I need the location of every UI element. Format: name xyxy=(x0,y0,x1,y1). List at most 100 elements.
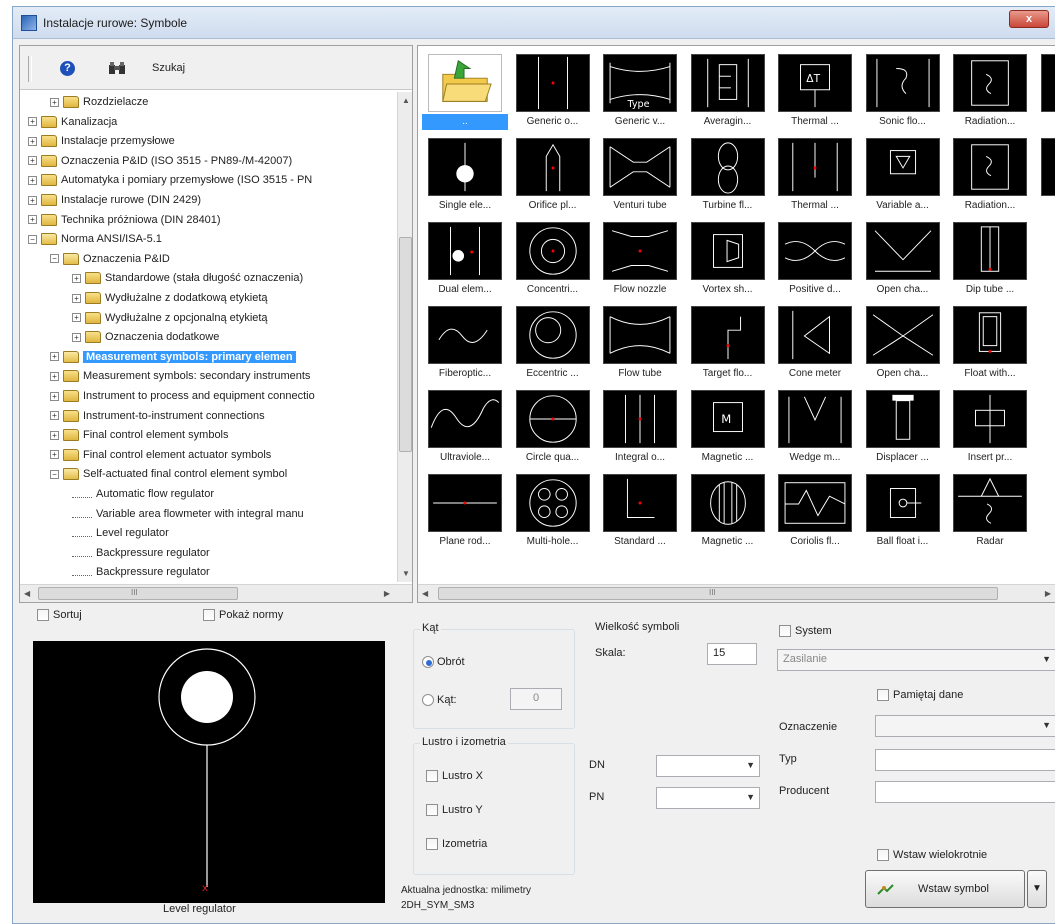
expand-toggle-icon[interactable]: + xyxy=(28,136,37,146)
type-input[interactable] xyxy=(875,749,1055,771)
tree-vertical-scrollbar[interactable]: ▲ ▼ xyxy=(397,92,412,582)
tree-item[interactable]: + Measurement symbols: primary elemen xyxy=(50,347,296,367)
symbol-tile[interactable]: Fiberoptic... xyxy=(422,302,508,384)
tree-item[interactable]: + Wydłużalne z dodatkową etykietą xyxy=(72,288,268,308)
dn-combo[interactable]: ▼ xyxy=(656,755,760,777)
expand-toggle-icon[interactable]: + xyxy=(50,352,59,362)
symbol-tile[interactable]: Radiation... xyxy=(947,50,1033,132)
tree-item[interactable]: + Instrument-to-instrument connections xyxy=(50,406,265,426)
tree-vscroll-thumb[interactable] xyxy=(399,237,412,452)
symbol-tile[interactable]: Cone meter xyxy=(772,302,858,384)
symbol-tile[interactable]: Ger xyxy=(1035,134,1055,216)
producer-input[interactable] xyxy=(875,781,1055,803)
symbol-tile[interactable]: Generic o... xyxy=(510,50,596,132)
symbol-tile[interactable]: Circle qua... xyxy=(510,386,596,468)
pn-combo[interactable]: ▼ xyxy=(656,787,760,809)
tree-item[interactable]: − Self-actuated final control element sym… xyxy=(50,464,287,484)
expand-toggle-icon[interactable]: − xyxy=(28,234,37,244)
expand-toggle-icon[interactable]: − xyxy=(50,254,59,264)
expand-toggle-icon[interactable]: + xyxy=(28,156,37,166)
expand-toggle-icon[interactable]: + xyxy=(50,430,59,440)
system-chevron-down-icon[interactable]: ▼ xyxy=(1042,654,1051,664)
tree-hscroll-thumb[interactable]: III xyxy=(38,587,238,600)
symbol-tile[interactable]: Orifice pl... xyxy=(510,134,596,216)
angle-radio[interactable]: Kąt: xyxy=(422,694,457,707)
expand-toggle-icon[interactable]: + xyxy=(50,450,59,460)
tree-item[interactable]: − Norma ANSI/ISA-5.1 xyxy=(28,229,162,249)
tree-item[interactable]: Level regulator xyxy=(72,523,169,543)
symbol-tile[interactable]: M Magnetic ... xyxy=(685,386,771,468)
symbol-tile[interactable]: Wedge m... xyxy=(772,386,858,468)
tree-item[interactable]: + Automatyka i pomiary przemysłowe (ISO 3… xyxy=(28,170,312,190)
symbol-tile[interactable]: Standard ... xyxy=(597,470,683,552)
tree-item[interactable]: Backpressure regulator xyxy=(72,543,210,563)
symbol-tile[interactable]: Insert pr... xyxy=(947,386,1033,468)
symbol-tile[interactable]: Turbine fl... xyxy=(685,134,771,216)
symbol-tile[interactable]: Float with... xyxy=(947,302,1033,384)
insert-multiple-checkbox[interactable]: Wstaw wielokrotnie xyxy=(877,849,987,862)
symbol-tile[interactable]: Dip tube ... xyxy=(947,218,1033,300)
tree-item[interactable]: + Oznaczenia P&ID (ISO 3515 - PN89-/M-420… xyxy=(28,151,292,171)
expand-toggle-icon[interactable]: + xyxy=(50,97,59,107)
show-norms-checkbox-box[interactable] xyxy=(203,609,215,622)
symbol-tile[interactable]: Positive d... xyxy=(772,218,858,300)
symbol-tile[interactable]: .. xyxy=(422,50,508,132)
insert-multiple-box[interactable] xyxy=(877,849,889,862)
scroll-right-icon[interactable]: ▶ xyxy=(384,589,390,598)
symbol-tile[interactable]: Displacer ... xyxy=(860,386,946,468)
mirror-y-box[interactable] xyxy=(426,804,438,817)
expand-toggle-icon[interactable]: + xyxy=(72,313,81,323)
insert-symbol-button[interactable]: Wstaw symbol xyxy=(865,870,1025,908)
scroll-left-icon[interactable]: ◀ xyxy=(24,589,30,598)
grid-scroll-right-icon[interactable]: ▶ xyxy=(1045,589,1051,598)
symbol-tile[interactable]: Averagin... xyxy=(685,50,771,132)
toolbar-grip[interactable] xyxy=(28,56,32,82)
tree-item[interactable]: + Final control element actuator symbols xyxy=(50,445,271,465)
symbol-tile[interactable]: Coriolis fl... xyxy=(772,470,858,552)
symbol-tile[interactable]: ΔT Thermal ... xyxy=(772,50,858,132)
symbol-tile[interactable]: Type Generic v... xyxy=(597,50,683,132)
tree-item[interactable]: + Final control element symbols xyxy=(50,425,229,445)
symbol-tile[interactable]: Eccentric ... xyxy=(510,302,596,384)
tree-item[interactable]: + Instalacje przemysłowe xyxy=(28,131,175,151)
mirror-x-box[interactable] xyxy=(426,770,438,783)
rotation-radio-dot[interactable] xyxy=(422,656,434,669)
mirror-y-checkbox[interactable]: Lustro Y xyxy=(426,804,483,817)
isometry-checkbox[interactable]: Izometria xyxy=(426,838,487,851)
tree-horizontal-scrollbar[interactable]: ◀ III ▶ xyxy=(20,584,412,602)
symbol-tile[interactable]: Multi-hole... xyxy=(510,470,596,552)
tree-item[interactable]: + Instalacje rurowe (DIN 2429) xyxy=(28,190,201,210)
tree-item[interactable]: + Measurement symbols: secondary instrume… xyxy=(50,366,310,386)
system-checkbox-box[interactable] xyxy=(779,625,791,638)
grid-scroll-left-icon[interactable]: ◀ xyxy=(422,589,428,598)
rotation-radio[interactable]: Obrót xyxy=(422,656,465,669)
symbol-tile[interactable]: Open cha... xyxy=(860,218,946,300)
expand-toggle-icon[interactable]: + xyxy=(28,195,37,205)
tree-item[interactable]: + Wydłużalne z opcjonalną etykietą xyxy=(72,308,268,328)
symbol-tile[interactable]: Flow tube xyxy=(597,302,683,384)
symbol-tile[interactable]: Sonic flo... xyxy=(860,50,946,132)
symbol-tile[interactable]: Variable a... xyxy=(860,134,946,216)
symbol-tile[interactable]: Ultraviole... xyxy=(422,386,508,468)
expand-toggle-icon[interactable]: + xyxy=(50,371,59,381)
tree-item[interactable]: + Technika próżniowa (DIN 28401) xyxy=(28,210,221,230)
tree-item[interactable]: Variable area flowmeter with integral ma… xyxy=(72,504,304,524)
symbol-tile[interactable]: Str xyxy=(1035,50,1055,132)
tree-item[interactable]: Automatic flow regulator xyxy=(72,484,214,504)
scale-input[interactable]: 15 xyxy=(707,643,757,665)
show-norms-checkbox[interactable]: Pokaż normy xyxy=(203,609,283,622)
tree-item[interactable]: + Standardowe (stała długość oznaczenia) xyxy=(72,268,303,288)
symbol-tile[interactable]: Radiation... xyxy=(947,134,1033,216)
designation-chevron-down-icon[interactable]: ▼ xyxy=(1042,720,1051,730)
insert-dropdown-chevron-icon[interactable]: ▼ xyxy=(1027,870,1047,908)
sort-checkbox[interactable]: Sortuj xyxy=(37,609,82,622)
system-combo[interactable]: Zasilanie ▼ xyxy=(777,649,1055,671)
tree-item[interactable]: + Rozdzielacze xyxy=(50,92,148,112)
symbol-tile[interactable]: Target flo... xyxy=(685,302,771,384)
close-button[interactable]: x xyxy=(1009,10,1049,28)
symbol-tile[interactable]: Vortex sh... xyxy=(685,218,771,300)
symbol-tile[interactable]: Thermal ... xyxy=(772,134,858,216)
expand-toggle-icon[interactable]: + xyxy=(72,273,81,283)
scroll-up-icon[interactable]: ▲ xyxy=(402,96,410,105)
mirror-x-checkbox[interactable]: Lustro X xyxy=(426,770,483,783)
